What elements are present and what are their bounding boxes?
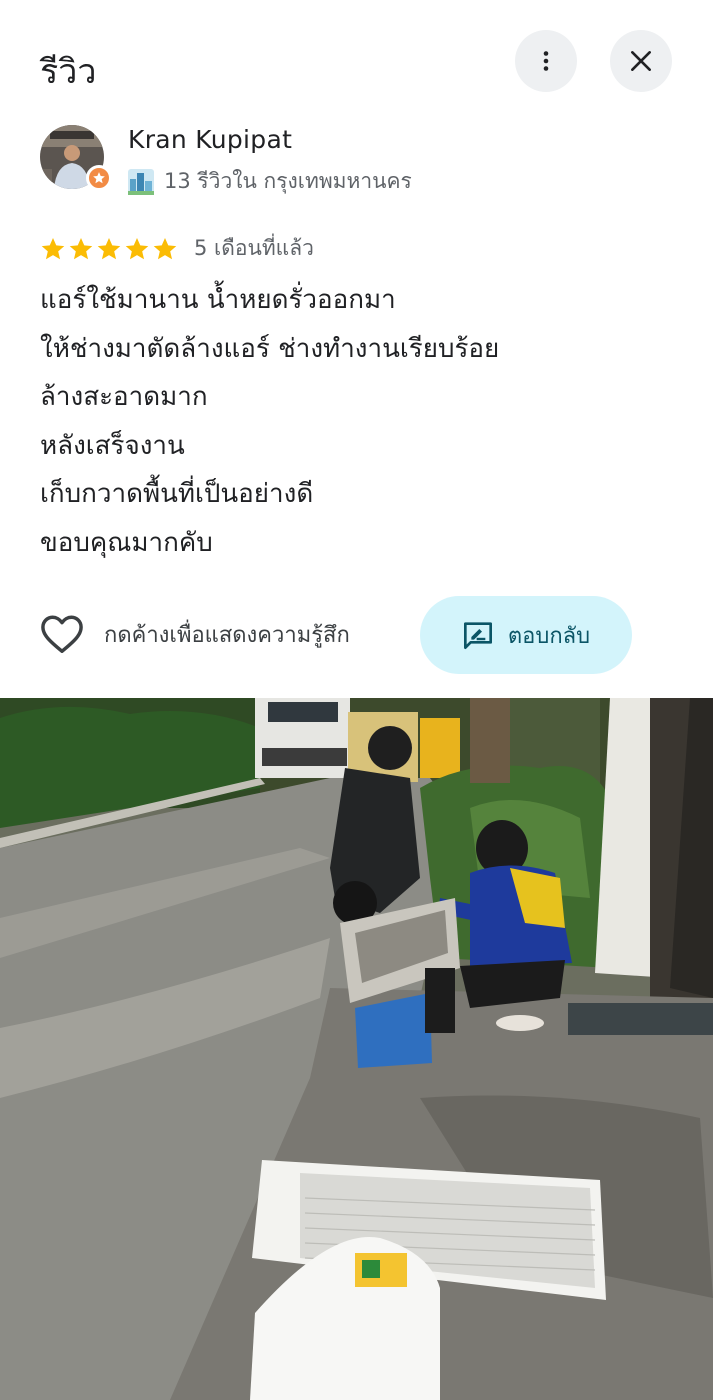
star-rating (40, 236, 178, 262)
review-time: 5 เดือนที่แล้ว (194, 236, 314, 260)
review-photo[interactable] (0, 698, 713, 1400)
author-review-count: 13 รีวิวใน กรุงเทพมหานคร (164, 169, 412, 193)
reply-label: ตอบกลับ (507, 623, 591, 649)
review-line: ให้ช่างมาตัดล้างแอร์ ช่างทำงานเรียบร้อย (40, 333, 500, 364)
star-icon (97, 237, 121, 259)
review-actions: กดค้างเพื่อแสดงความรู้สึก ตอบกลับ (40, 596, 680, 676)
reply-button[interactable]: ตอบกลับ (420, 596, 632, 674)
author-name[interactable]: Kran Kupipat (128, 125, 292, 154)
local-guide-star-icon (86, 165, 112, 191)
review-text: แอร์ใช้มานาน น้ำหยดรั่วออกมา ให้ช่างมาตั… (40, 276, 680, 568)
review-line: เก็บกวาดพื้นที่เป็นอย่างดี (40, 479, 314, 510)
like-button[interactable]: กดค้างเพื่อแสดงความรู้สึก (40, 614, 350, 654)
star-icon (153, 237, 177, 259)
heart-outline-icon (41, 615, 83, 653)
review-author[interactable]: Kran Kupipat 13 รีวิวใน กรุงเทพมหานคร (40, 125, 680, 205)
city-icon (128, 168, 154, 195)
review-line: แอร์ใช้มานาน น้ำหยดรั่วออกมา (40, 285, 396, 315)
like-label: กดค้างเพื่อแสดงความรู้สึก (104, 622, 350, 648)
star-icon (41, 237, 65, 259)
review-line: ล้างสะอาดมาก (40, 382, 208, 413)
review-line: หลังเสร็จงาน (40, 430, 185, 461)
star-icon (69, 237, 93, 259)
close-button[interactable] (610, 30, 672, 92)
close-icon (631, 51, 651, 71)
author-meta: 13 รีวิวใน กรุงเทพมหานคร (128, 165, 412, 198)
review-line: ขอบคุณมากคับ (40, 527, 213, 558)
star-icon (125, 237, 149, 259)
review-header: รีวิว (0, 0, 713, 120)
rating-row: 5 เดือนที่แล้ว (40, 232, 314, 265)
more-options-button[interactable] (515, 30, 577, 92)
page-title: รีวิว (40, 52, 97, 92)
more-vert-icon (543, 51, 549, 71)
reply-icon (463, 622, 492, 650)
